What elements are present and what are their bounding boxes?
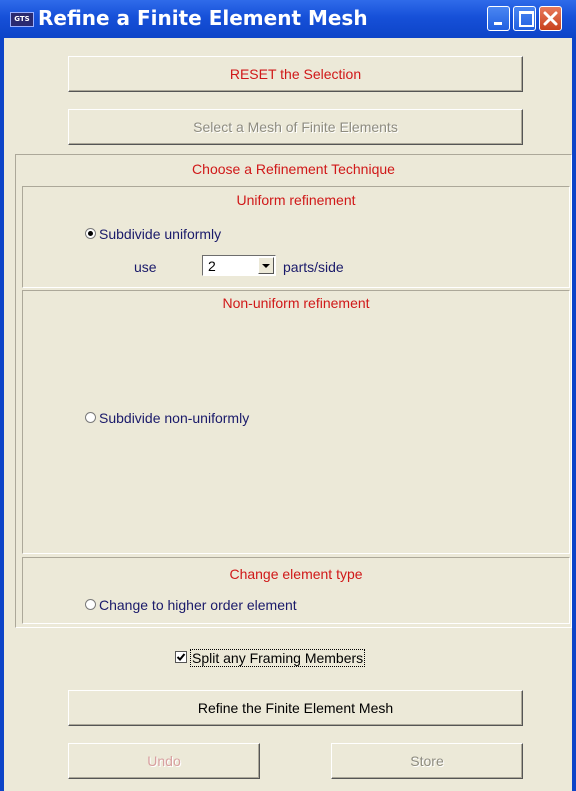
element-type-header: Change element type bbox=[229, 566, 363, 582]
subdivide-nonuniformly-radio[interactable] bbox=[85, 412, 96, 423]
split-framing-checkbox[interactable] bbox=[175, 651, 187, 663]
parts-per-side-select[interactable]: 2 bbox=[202, 255, 276, 276]
app-icon: GTS bbox=[10, 12, 34, 27]
subdivide-uniformly-radio[interactable] bbox=[85, 228, 96, 239]
parts-per-side-label: parts/side bbox=[283, 259, 344, 275]
nonuniform-refinement-header: Non-uniform refinement bbox=[222, 295, 370, 311]
title-bar: GTS Refine a Finite Element Mesh bbox=[0, 0, 576, 38]
window-title: Refine a Finite Element Mesh bbox=[38, 6, 368, 30]
maximize-icon bbox=[519, 11, 534, 27]
undo-button[interactable]: Undo bbox=[68, 743, 260, 779]
subdivide-nonuniformly-label[interactable]: Subdivide non-uniformly bbox=[99, 410, 249, 426]
close-icon bbox=[543, 11, 558, 26]
close-button[interactable] bbox=[539, 6, 562, 31]
subdivide-uniformly-label[interactable]: Subdivide uniformly bbox=[99, 226, 221, 242]
checkmark-icon bbox=[176, 653, 186, 661]
store-button[interactable]: Store bbox=[331, 743, 523, 779]
minimize-button[interactable] bbox=[487, 6, 510, 31]
refine-mesh-button[interactable]: Refine the Finite Element Mesh bbox=[68, 690, 523, 726]
maximize-button[interactable] bbox=[513, 6, 536, 31]
technique-header: Choose a Refinement Technique bbox=[192, 161, 395, 177]
higher-order-element-radio[interactable] bbox=[85, 599, 96, 610]
use-label: use bbox=[134, 259, 157, 275]
higher-order-element-label[interactable]: Change to higher order element bbox=[99, 597, 297, 613]
select-mesh-button[interactable]: Select a Mesh of Finite Elements bbox=[68, 109, 523, 145]
window-frame-right bbox=[572, 38, 576, 791]
window-frame-left bbox=[0, 38, 4, 791]
minimize-icon bbox=[494, 22, 502, 25]
split-framing-label[interactable]: Split any Framing Members bbox=[190, 649, 366, 667]
uniform-refinement-header: Uniform refinement bbox=[236, 192, 356, 208]
parts-per-side-value: 2 bbox=[208, 258, 216, 274]
chevron-down-icon[interactable] bbox=[258, 257, 274, 274]
reset-selection-button[interactable]: RESET the Selection bbox=[68, 56, 523, 92]
